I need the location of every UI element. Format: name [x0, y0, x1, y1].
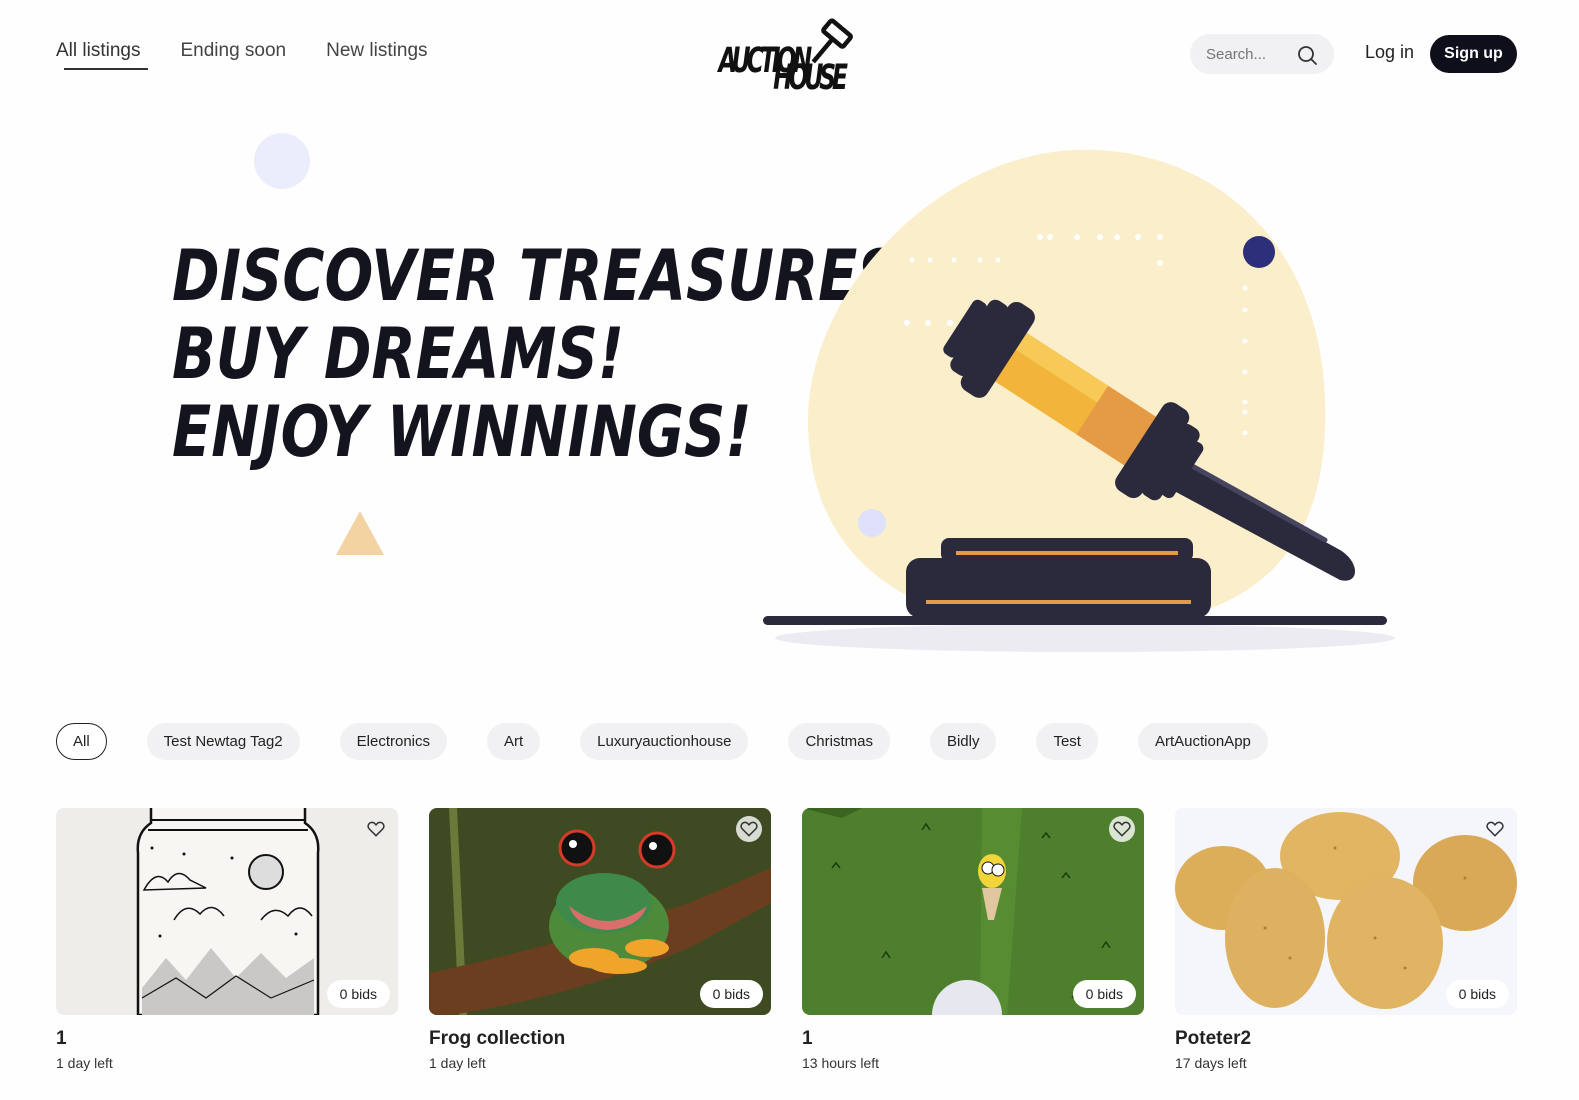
nav-new-listings[interactable]: New listings	[326, 40, 427, 70]
favorite-heart-icon[interactable]	[1109, 816, 1135, 842]
listing-card[interactable]: 0 bids Frog collection 1 day left	[429, 808, 771, 1071]
bid-count-badge: 0 bids	[1072, 980, 1136, 1008]
listing-grid: 0 bids 1 1 day left 0 bids Frog collecti…	[56, 808, 1517, 1071]
listing-card[interactable]: 0 bids 1 1 day left	[56, 808, 398, 1071]
listing-image[interactable]: 0 bids	[56, 808, 398, 1015]
decorative-circle	[254, 133, 310, 189]
listing-title[interactable]: Poteter2	[1175, 1028, 1517, 1050]
listing-image[interactable]: 0 bids	[802, 808, 1144, 1015]
filter-chip-luxuryauctionhouse[interactable]: Luxuryauctionhouse	[580, 723, 749, 760]
listing-time-left: 17 days left	[1175, 1055, 1247, 1071]
top-nav: All listings Ending soon New listings AU…	[0, 0, 1579, 105]
listing-image[interactable]: 0 bids	[429, 808, 771, 1015]
listing-time-left: 1 day left	[429, 1055, 486, 1071]
favorite-heart-icon[interactable]	[363, 816, 389, 842]
listing-title[interactable]: 1	[802, 1028, 1144, 1050]
listing-image[interactable]: 0 bids	[1175, 808, 1517, 1015]
nav-ending-soon[interactable]: Ending soon	[180, 40, 286, 70]
bid-count-badge: 0 bids	[699, 980, 763, 1008]
nav-links: All listings Ending soon New listings	[56, 40, 428, 70]
filter-chip-all[interactable]: All	[56, 723, 107, 760]
favorite-heart-icon[interactable]	[736, 816, 762, 842]
listing-card[interactable]: 0 bids Poteter2 17 days left	[1175, 808, 1517, 1071]
filter-chip-christmas[interactable]: Christmas	[788, 723, 890, 760]
logo-text-house: HOUSE	[773, 57, 848, 96]
listing-card[interactable]: 0 bids 1 13 hours left	[802, 808, 1144, 1071]
filter-chip-electronics[interactable]: Electronics	[339, 723, 447, 760]
bid-count-badge: 0 bids	[326, 980, 390, 1008]
nav-all-listings[interactable]: All listings	[56, 40, 150, 70]
listing-title[interactable]: 1	[56, 1028, 398, 1050]
favorite-heart-icon[interactable]	[1482, 816, 1508, 842]
search-icon[interactable]	[1296, 44, 1318, 66]
category-filters: All Test Newtag Tag2 Electronics Art Lux…	[56, 723, 1268, 760]
listing-title[interactable]: Frog collection	[429, 1028, 771, 1050]
decorative-triangle	[336, 511, 384, 555]
filter-chip-artauctionapp[interactable]: ArtAuctionApp	[1137, 723, 1268, 760]
hero-section: Discover treasures, Buy dreams! Enjoy wi…	[0, 105, 1579, 685]
login-link[interactable]: Log in	[1365, 42, 1414, 63]
bid-count-badge: 0 bids	[1445, 980, 1509, 1008]
auction-house-logo[interactable]: AUCTION HOUSE	[717, 12, 879, 96]
listing-time-left: 13 hours left	[802, 1055, 880, 1071]
gavel-illustration	[763, 149, 1395, 652]
filter-chip-bidly[interactable]: Bidly	[929, 723, 997, 760]
listing-time-left: 1 day left	[56, 1055, 113, 1071]
filter-chip-art[interactable]: Art	[487, 723, 541, 760]
filter-chip-test-newtag-tag2[interactable]: Test Newtag Tag2	[146, 723, 300, 760]
filter-chip-test[interactable]: Test	[1036, 723, 1098, 760]
signup-button[interactable]: Sign up	[1430, 35, 1517, 73]
